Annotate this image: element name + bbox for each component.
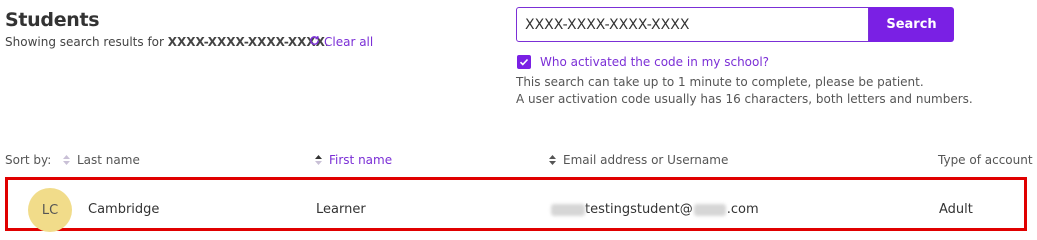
results-summary: Showing search results for XXXX-XXXX-XXX… [5, 35, 329, 49]
cell-email: testingstudent@ .com [551, 202, 759, 217]
results-query: XXXX-XXXX-XXXX-XXXX [167, 35, 325, 49]
sort-first-name[interactable]: First name [314, 153, 392, 167]
redacted-text [693, 203, 726, 216]
check-icon [519, 58, 529, 66]
page-title: Students [5, 9, 100, 31]
clear-all-link[interactable]: Clear all [309, 35, 373, 49]
cell-last-name: Cambridge [88, 202, 160, 217]
clear-all-label: Clear all [324, 35, 374, 49]
email-domain-end: .com [726, 202, 759, 217]
column-label-account-type: Type of account [938, 153, 1033, 167]
column-label-email: Email address or Username [563, 153, 729, 167]
search-hint-time: This search can take up to 1 minute to c… [516, 75, 924, 89]
sort-last-name[interactable]: Last name [62, 153, 140, 167]
refresh-icon [309, 35, 320, 49]
sort-arrows-icon [548, 154, 557, 166]
column-label-first-name: First name [329, 153, 393, 167]
redacted-text [551, 203, 585, 216]
sort-by-label: Sort by: [5, 153, 52, 167]
search-hint-code: A user activation code usually has 16 ch… [516, 92, 973, 106]
cell-account-type: Adult [939, 202, 973, 217]
email-visible-part: testingstudent@ [585, 202, 693, 217]
search-input[interactable] [516, 7, 869, 42]
sort-email[interactable]: Email address or Username [548, 153, 728, 167]
activated-in-school-label[interactable]: Who activated the code in my school? [540, 55, 769, 69]
sort-arrows-icon [314, 154, 323, 166]
search-button[interactable]: Search [869, 7, 954, 42]
column-label-last-name: Last name [77, 153, 140, 167]
results-prefix: Showing search results for [5, 35, 168, 49]
cell-first-name: Learner [316, 202, 366, 217]
sort-arrows-icon [62, 154, 71, 166]
avatar: LC [28, 188, 72, 232]
column-header-account-type: Type of account [938, 153, 1033, 167]
activated-in-school-checkbox[interactable] [517, 55, 531, 69]
